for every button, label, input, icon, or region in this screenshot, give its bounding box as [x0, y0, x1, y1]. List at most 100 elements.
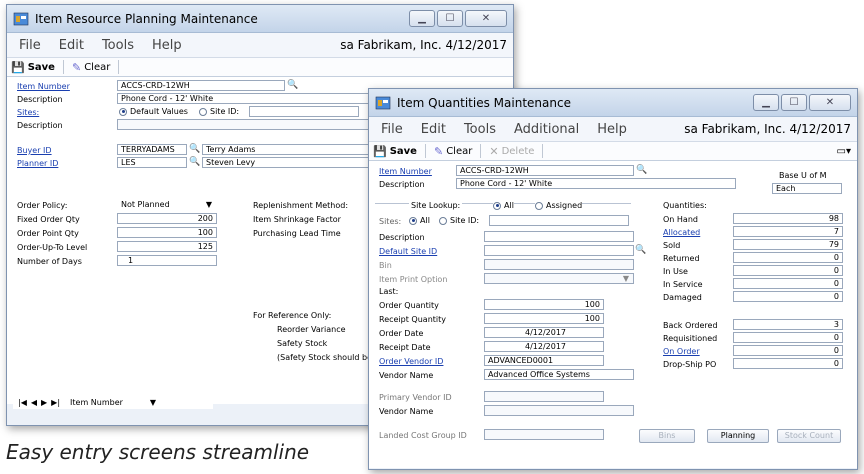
fixed-order-qty-field[interactable]: 200: [117, 213, 217, 224]
order-up-to-field[interactable]: 125: [117, 241, 217, 252]
lookup-icon[interactable]: 🔍: [636, 165, 648, 176]
lbl-receipt-date: Receipt Date: [379, 343, 431, 352]
site-description-field: [484, 231, 634, 242]
menu-bar: File Edit Tools Additional Help sa Fabri…: [369, 117, 857, 141]
toolbar: 💾 Save ✎ Clear ✕ Delete ▭▾: [369, 141, 857, 161]
vendor-name2-field: [484, 405, 634, 416]
menu-tools[interactable]: Tools: [464, 122, 496, 137]
chevron-down-icon: ▼: [622, 274, 629, 283]
first-record-icon[interactable]: |◀: [18, 398, 27, 407]
qty-value: 3: [733, 319, 843, 330]
item-number-label[interactable]: Item Number: [17, 82, 70, 91]
qty-value: 0: [733, 291, 843, 302]
menu-tools[interactable]: Tools: [102, 38, 134, 53]
close-button[interactable]: ✕: [465, 10, 507, 27]
radio-off-icon: [535, 201, 543, 210]
buyer-id-label[interactable]: Buyer ID: [17, 146, 52, 155]
fixed-order-qty-label: Fixed Order Qty: [17, 215, 80, 224]
save-icon: 💾: [373, 144, 387, 158]
purchasing-label: Purchasing Lead Time: [253, 229, 341, 238]
lookup-icon[interactable]: 🔍: [287, 80, 299, 91]
buyer-id-field[interactable]: TERRYADAMS: [117, 144, 187, 155]
menu-edit[interactable]: Edit: [421, 122, 446, 137]
planner-lookup-icon[interactable]: 🔍: [189, 157, 201, 168]
item-number-field[interactable]: ACCS-CRD-12WH: [456, 165, 634, 176]
minimize-button[interactable]: ▁: [753, 94, 779, 111]
default-site-field[interactable]: [484, 245, 634, 256]
sites-all-radio[interactable]: All: [409, 216, 430, 225]
last-record-icon[interactable]: ▶|: [51, 398, 60, 407]
description-label: Description: [17, 95, 63, 104]
description-field[interactable]: Phone Cord - 12' White: [117, 93, 377, 104]
reference-label: For Reference Only:: [253, 311, 332, 320]
menu-edit[interactable]: Edit: [59, 38, 84, 53]
landed-cost-field[interactable]: [484, 429, 604, 440]
clear-button[interactable]: ✎ Clear: [72, 61, 110, 74]
menu-additional[interactable]: Additional: [514, 122, 579, 137]
planning-button[interactable]: Planning: [707, 429, 769, 443]
replenishment-label: Replenishment Method:: [253, 201, 349, 210]
menu-help[interactable]: Help: [597, 122, 627, 137]
item-number-field[interactable]: ACCS-CRD-12WH: [117, 80, 285, 91]
prev-record-icon[interactable]: ◀: [31, 398, 37, 407]
menu-file[interactable]: File: [381, 122, 403, 137]
menu-help[interactable]: Help: [152, 38, 182, 53]
site-id-radio[interactable]: Site ID:: [199, 107, 239, 116]
description-field: Phone Cord - 12' White: [456, 178, 736, 189]
order-policy-dropdown[interactable]: Not Planned ▼: [117, 199, 217, 210]
lbl-description: Description: [379, 233, 425, 242]
bins-button[interactable]: Bins: [639, 429, 695, 443]
buyer-lookup-icon[interactable]: 🔍: [189, 144, 201, 155]
menu-file[interactable]: File: [19, 38, 41, 53]
primary-vendor-field: [484, 391, 604, 402]
lbl-default-site[interactable]: Default Site ID: [379, 247, 437, 256]
qty-label: Returned: [663, 254, 700, 263]
minimize-button[interactable]: ▁: [409, 10, 435, 27]
delete-button[interactable]: ✕ Delete: [489, 145, 534, 158]
lbl-vendor-name: Vendor Name: [379, 371, 434, 380]
item-number-label[interactable]: Item Number: [379, 167, 432, 176]
toolbar: 💾 Save ✎ Clear: [7, 57, 513, 77]
site-id-field[interactable]: [489, 215, 629, 226]
lbl-order-qty: Order Quantity: [379, 301, 439, 310]
lbl-order-vendor[interactable]: Order Vendor ID: [379, 357, 443, 366]
qty-value: 0: [733, 265, 843, 276]
stock-count-button[interactable]: Stock Count: [777, 429, 841, 443]
maximize-button[interactable]: ☐: [437, 10, 463, 27]
receipt-qty-field: 100: [484, 313, 604, 324]
save-button[interactable]: 💾 Save: [373, 145, 417, 158]
qty-label[interactable]: On Order: [663, 347, 700, 356]
window-options-icon[interactable]: ▭▾: [837, 146, 851, 157]
lookup-all-radio[interactable]: All: [493, 201, 514, 210]
num-days-field[interactable]: 1: [117, 255, 217, 266]
safety-stock-label: Safety Stock: [277, 339, 328, 348]
qty-label: In Use: [663, 267, 688, 276]
save-button[interactable]: 💾 Save: [11, 61, 55, 74]
qty-label[interactable]: Allocated: [663, 228, 700, 237]
num-days-label: Number of Days: [17, 257, 82, 266]
qty-value: 0: [733, 252, 843, 263]
main-content: Item Number ACCS-CRD-12WH 🔍 Description …: [369, 161, 857, 468]
window-title: Item Quantities Maintenance: [397, 95, 571, 110]
order-point-qty-field[interactable]: 100: [117, 227, 217, 238]
maximize-button[interactable]: ☐: [781, 94, 807, 111]
base-uom-field: Each: [772, 183, 842, 194]
lookup-assigned-radio[interactable]: Assigned: [535, 201, 583, 210]
lbl-primary-vendor: Primary Vendor ID: [379, 393, 452, 402]
qty-value: 98: [733, 213, 843, 224]
vendor-name-field: Advanced Office Systems: [484, 369, 634, 380]
clear-button[interactable]: ✎ Clear: [434, 145, 472, 158]
default-values-radio[interactable]: Default Values: [119, 107, 188, 116]
lbl-receipt-qty: Receipt Quantity: [379, 315, 446, 324]
sort-by-dropdown[interactable]: Item Number ▼: [70, 398, 160, 407]
site-lookup-icon[interactable]: 🔍: [635, 245, 647, 256]
site-id-field[interactable]: [249, 106, 359, 117]
planner-id-label[interactable]: Planner ID: [17, 159, 58, 168]
item-print-dropdown[interactable]: ▼: [484, 273, 634, 284]
planner-id-field[interactable]: LES: [117, 157, 187, 168]
close-button[interactable]: ✕: [809, 94, 851, 111]
next-record-icon[interactable]: ▶: [41, 398, 47, 407]
sites-label[interactable]: Sites:: [17, 108, 39, 117]
site-id-radio[interactable]: Site ID:: [439, 216, 479, 225]
lbl-order-date: Order Date: [379, 329, 424, 338]
